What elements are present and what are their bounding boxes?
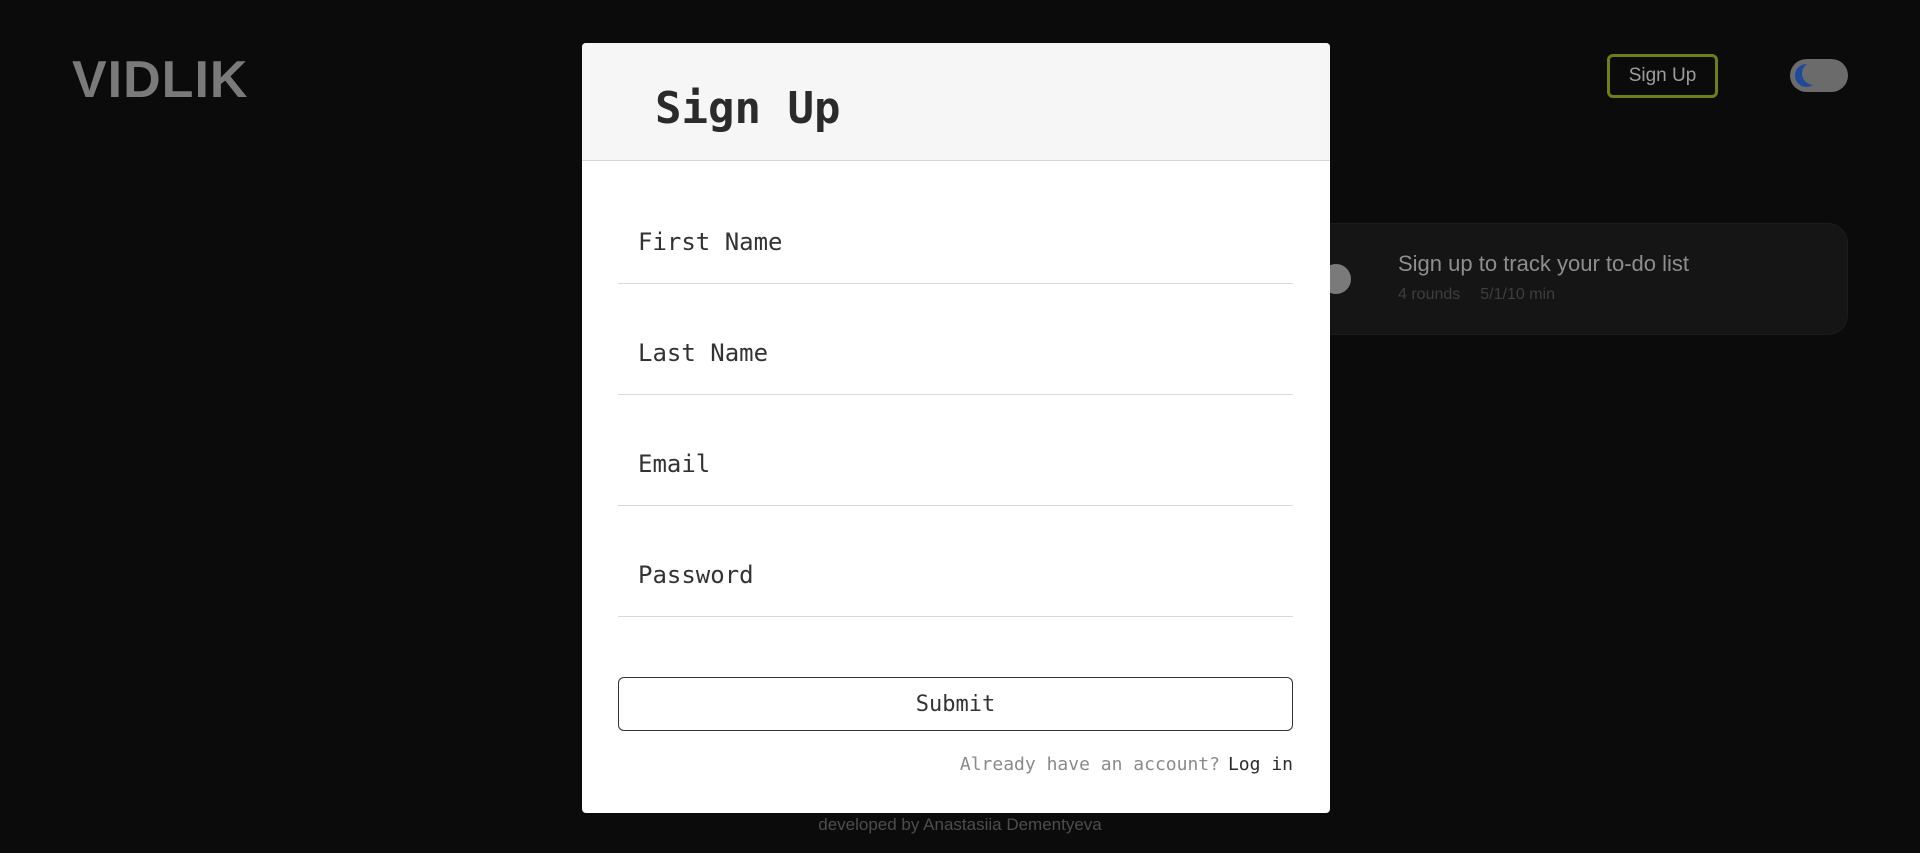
task-rounds: 4 rounds <box>1398 286 1461 303</box>
theme-toggle[interactable] <box>1790 59 1848 92</box>
first-name-field <box>618 174 1293 284</box>
task-meta: 4 rounds 5/1/10 min <box>1398 286 1555 304</box>
submit-button[interactable]: Submit <box>618 677 1293 731</box>
signup-modal: Sign Up Submit Already have an account? L… <box>582 43 1330 813</box>
task-card[interactable]: Sign up to track your to-do list 4 round… <box>1250 223 1848 335</box>
login-prompt: Already have an account? <box>959 754 1220 775</box>
last-name-input[interactable] <box>618 285 1293 394</box>
password-input[interactable] <box>618 507 1293 616</box>
app-page: VIDLIK Sign Up Sign up to track your to-… <box>0 0 1920 853</box>
last-name-field <box>618 285 1293 395</box>
email-input[interactable] <box>618 396 1293 505</box>
task-durations: 5/1/10 min <box>1480 286 1555 303</box>
header-signup-button[interactable]: Sign Up <box>1607 54 1718 98</box>
footer-credit: developed by Anastasiia Dementyeva <box>818 815 1102 834</box>
first-name-input[interactable] <box>618 174 1293 283</box>
login-line: Already have an account? Log in <box>960 754 1293 775</box>
email-field <box>618 396 1293 506</box>
password-field <box>618 507 1293 617</box>
modal-title: Sign Up <box>655 83 841 134</box>
task-title: Sign up to track your to-do list <box>1398 251 1690 276</box>
app-logo[interactable]: VIDLIK <box>72 50 248 110</box>
moon-icon <box>1795 64 1818 87</box>
login-link[interactable]: Log in <box>1228 754 1293 775</box>
modal-header: Sign Up <box>582 43 1330 161</box>
